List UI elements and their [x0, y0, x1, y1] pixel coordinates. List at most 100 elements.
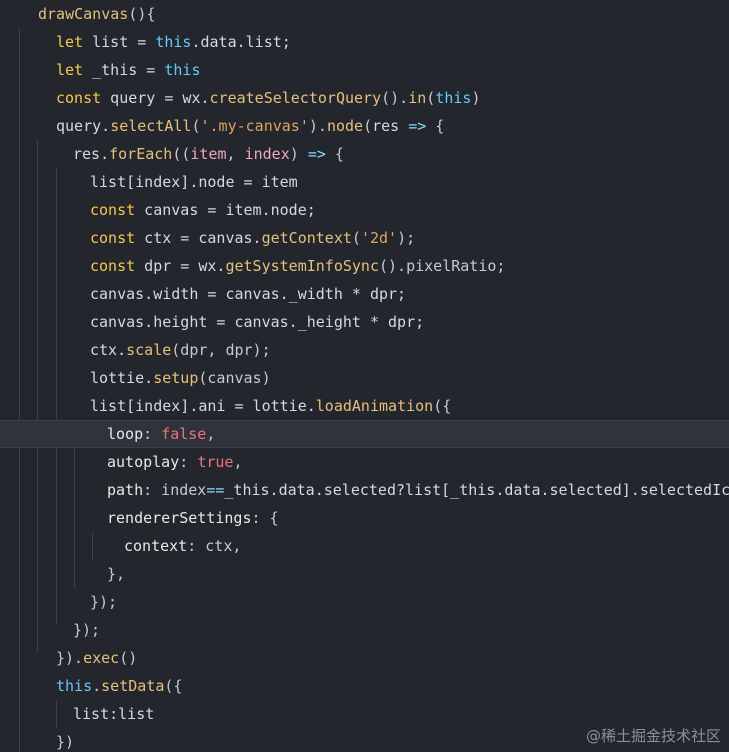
code-line[interactable]: canvas.height = canvas._height * dpr;: [0, 308, 729, 336]
code-token: query.: [56, 117, 111, 135]
code-line[interactable]: list[index].node = item: [0, 168, 729, 196]
code-line[interactable]: }).exec(): [0, 644, 729, 672]
code-line[interactable]: res.forEach((item, index) => {: [0, 140, 729, 168]
code-token: ().: [381, 89, 409, 107]
code-token: rendererSettings: [107, 509, 252, 527]
code-token: canvas.height = canvas._height * dpr;: [90, 313, 425, 331]
code-line[interactable]: canvas.width = canvas._width * dpr;: [0, 280, 729, 308]
code-line[interactable]: const dpr = wx.getSystemInfoSync().pixel…: [0, 252, 729, 280]
code-token: res.: [73, 145, 110, 163]
code-line[interactable]: ctx.scale(dpr, dpr);: [0, 336, 729, 364]
code-token: const: [90, 257, 136, 275]
code-token: ctx.: [90, 341, 127, 359]
code-token: list =: [83, 33, 156, 51]
code-token: forEach: [109, 145, 173, 163]
code-editor[interactable]: drawCanvas(){let list = this.data.list; l…: [0, 0, 729, 752]
code-token: true: [197, 453, 234, 471]
code-token: .data.list;: [191, 33, 291, 51]
code-token: }).: [56, 649, 84, 667]
code-token: :: [143, 425, 162, 443]
code-token: let: [56, 33, 84, 51]
code-token: getSystemInfoSync: [225, 257, 379, 275]
code-line[interactable]: context: ctx,: [0, 532, 729, 560]
code-token: ({: [433, 397, 452, 415]
code-token: {: [426, 117, 445, 135]
code-line[interactable]: query.selectAll('.my-canvas').node(res =…: [0, 112, 729, 140]
code-token: res: [372, 117, 409, 135]
code-line[interactable]: drawCanvas(){: [0, 0, 729, 28]
code-token: this: [56, 677, 93, 695]
code-token: loadAnimation: [315, 397, 434, 415]
code-token: ctx = canvas.: [135, 229, 262, 247]
code-token: },: [107, 565, 126, 583]
code-token: });: [90, 593, 118, 611]
code-token: (: [351, 229, 361, 247]
code-token: drawCanvas: [38, 5, 129, 23]
code-line[interactable]: let _this = this: [0, 56, 729, 84]
code-line[interactable]: list[index].ani = lottie.loadAnimation({: [0, 392, 729, 420]
code-token: createSelectorQuery: [209, 89, 382, 107]
code-token: canvas.width = canvas._width * dpr;: [90, 285, 407, 303]
code-token: ({: [164, 677, 183, 695]
code-token: (canvas): [198, 369, 271, 387]
code-token: _this =: [83, 61, 165, 79]
code-token: canvas = item.node;: [135, 201, 316, 219]
code-token: ,: [206, 425, 216, 443]
code-line[interactable]: loop: false,: [0, 420, 729, 448]
code-token: =>: [408, 117, 427, 135]
code-line[interactable]: path: index==_this.data.selected?list[_t…: [0, 476, 729, 504]
code-token: this: [155, 33, 192, 51]
code-line[interactable]: this.setData({: [0, 672, 729, 700]
code-token: (: [363, 117, 373, 135]
code-token: (){: [128, 5, 156, 23]
code-line[interactable]: },: [0, 560, 729, 588]
code-token: in: [408, 89, 427, 107]
code-token: dpr = wx.: [135, 257, 226, 275]
code-token: let: [56, 61, 84, 79]
code-token: '2d': [360, 229, 398, 247]
code-token: ((: [172, 145, 191, 163]
code-token: list[index].ani = lottie.: [90, 397, 316, 415]
code-line[interactable]: list:list: [0, 700, 729, 728]
code-line[interactable]: rendererSettings: {: [0, 504, 729, 532]
code-line[interactable]: lottie.setup(canvas): [0, 364, 729, 392]
code-token: loop: [107, 425, 144, 443]
watermark: @稀土掘金技术社区: [585, 727, 721, 745]
code-token: });: [73, 621, 101, 639]
code-token: query = wx.: [101, 89, 210, 107]
code-token: (): [119, 649, 138, 667]
code-token: ): [471, 89, 481, 107]
code-line[interactable]: const ctx = canvas.getContext('2d');: [0, 224, 729, 252]
code-token: ,: [233, 453, 243, 471]
code-line[interactable]: const query = wx.createSelectorQuery().i…: [0, 84, 729, 112]
code-token: getContext: [261, 229, 352, 247]
code-token: (: [426, 89, 436, 107]
code-token: .: [92, 677, 102, 695]
code-token: index: [244, 145, 290, 163]
code-token: : index: [143, 481, 207, 499]
code-token: exec: [83, 649, 120, 667]
code-token: setData: [101, 677, 165, 695]
code-line[interactable]: let list = this.data.list;: [0, 28, 729, 56]
code-token: _this.data.selected?list[_this.data.sele…: [224, 481, 729, 499]
code-token: (dpr, dpr);: [171, 341, 271, 359]
code-token: const: [56, 89, 102, 107]
code-line[interactable]: const canvas = item.node;: [0, 196, 729, 224]
code-token: : {: [251, 509, 279, 527]
code-line[interactable]: autoplay: true,: [0, 448, 729, 476]
code-token: :: [179, 453, 198, 471]
code-token: this: [164, 61, 201, 79]
code-token: lottie.: [90, 369, 154, 387]
code-token: ,: [226, 145, 245, 163]
code-token: ==: [206, 481, 225, 499]
code-token: ): [289, 145, 308, 163]
code-line[interactable]: });: [0, 616, 729, 644]
code-token: scale: [126, 341, 172, 359]
code-token: (: [191, 117, 201, 135]
code-token: list:list: [73, 705, 155, 723]
code-line[interactable]: });: [0, 588, 729, 616]
code-token: '.my-canvas': [200, 117, 309, 135]
code-token: path: [107, 481, 144, 499]
code-token: =>: [307, 145, 326, 163]
code-token: }): [56, 733, 75, 751]
